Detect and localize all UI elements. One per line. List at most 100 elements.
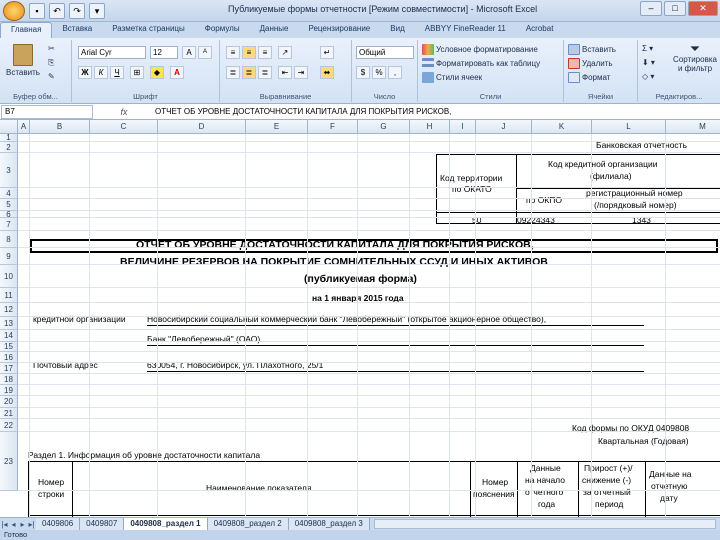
row-header[interactable]: 23: [0, 432, 18, 491]
format-cells-button[interactable]: Формат: [568, 72, 610, 83]
row-header[interactable]: 1: [0, 133, 18, 142]
column-header[interactable]: E: [246, 120, 308, 134]
insert-cells-button[interactable]: Вставить: [568, 44, 616, 55]
cell-title-line3[interactable]: (публикуемая форма): [304, 274, 417, 285]
undo-icon[interactable]: ↶: [49, 3, 65, 19]
first-sheet-icon[interactable]: |◂: [0, 520, 9, 529]
next-sheet-icon[interactable]: ▸: [18, 520, 27, 529]
font-color-button[interactable]: A: [170, 66, 184, 79]
cell-h-data4[interactable]: года: [538, 499, 555, 510]
row-header[interactable]: 18: [0, 374, 18, 385]
prev-sheet-icon[interactable]: ◂: [9, 520, 18, 529]
font-size-combo[interactable]: 12: [150, 46, 178, 59]
cell-h-inc4[interactable]: период: [595, 499, 623, 510]
close-button[interactable]: ✕: [688, 1, 718, 16]
row-header[interactable]: 19: [0, 385, 18, 396]
tab-data[interactable]: Данные: [250, 22, 299, 38]
row-header[interactable]: 8: [0, 231, 18, 248]
cell-title-line2[interactable]: ВЕЛИЧИНЕ РЕЗЕРВОВ НА ПОКРЫТИЕ СОМНИТЕЛЬН…: [120, 257, 548, 268]
copy-icon[interactable]: ⎘: [48, 58, 54, 68]
tab-home[interactable]: Главная: [0, 22, 53, 38]
horizontal-scrollbar[interactable]: [373, 519, 716, 529]
cell-h-num[interactable]: Номер: [38, 477, 64, 488]
customize-qat-icon[interactable]: ▾: [89, 3, 105, 19]
cell-okato-label[interactable]: по ОКАТО: [452, 184, 492, 195]
borders-icon[interactable]: ⊞: [130, 66, 144, 79]
column-header[interactable]: L: [592, 120, 666, 134]
cell-okud[interactable]: Код формы по ОКУД 0409808: [572, 423, 689, 434]
row-header[interactable]: 13: [0, 317, 18, 330]
tab-page-layout[interactable]: Разметка страницы: [102, 22, 195, 38]
cell-h-expl1[interactable]: Номер: [482, 477, 508, 488]
currency-icon[interactable]: $: [356, 66, 370, 79]
paste-button[interactable]: Вставить: [6, 44, 40, 77]
row-header[interactable]: 20: [0, 396, 18, 408]
delete-cells-button[interactable]: Удалить: [568, 58, 613, 69]
tab-acrobat[interactable]: Acrobat: [516, 22, 564, 38]
cell-org-short[interactable]: Банк "Левобережный" (ОАО): [147, 334, 260, 345]
row-header[interactable]: 4: [0, 188, 18, 199]
row-header[interactable]: 12: [0, 303, 18, 317]
select-all-corner[interactable]: [0, 120, 18, 134]
sort-filter-button[interactable]: ⏷ Сортировка и фильтр: [672, 42, 718, 73]
column-header[interactable]: F: [308, 120, 358, 134]
tab-review[interactable]: Рецензирование: [298, 22, 380, 38]
bold-button[interactable]: Ж: [78, 66, 92, 79]
cell-h-name[interactable]: Наименование показателя: [206, 483, 311, 494]
column-header[interactable]: C: [90, 120, 158, 134]
sheet-tab-0409807[interactable]: 0409807: [80, 518, 125, 530]
clear-icon[interactable]: ◇ ▾: [642, 72, 654, 81]
number-format-combo[interactable]: Общий: [356, 46, 414, 59]
column-header[interactable]: J: [476, 120, 532, 134]
italic-button[interactable]: К: [94, 66, 108, 79]
conditional-formatting-button[interactable]: Условное форматирование: [422, 44, 538, 55]
column-header[interactable]: M: [666, 120, 720, 134]
sum-icon[interactable]: Σ ▾: [642, 44, 653, 53]
tab-view[interactable]: Вид: [380, 22, 414, 38]
format-painter-icon[interactable]: ✎: [48, 72, 55, 81]
format-as-table-button[interactable]: Форматировать как таблицу: [422, 58, 540, 69]
cell-org-code[interactable]: Код кредитной организации: [548, 159, 657, 170]
row-header[interactable]: 6: [0, 210, 18, 219]
cell-h-inc2[interactable]: снижение (-): [582, 475, 631, 486]
wrap-text-icon[interactable]: ↵: [320, 46, 334, 59]
row-header[interactable]: 7: [0, 218, 18, 231]
row-header[interactable]: 9: [0, 248, 18, 265]
align-bottom-icon[interactable]: ≡: [258, 46, 272, 59]
column-header[interactable]: A: [18, 120, 30, 134]
row-header[interactable]: 22: [0, 419, 18, 432]
thousands-icon[interactable]: ,: [388, 66, 402, 79]
column-header[interactable]: H: [410, 120, 450, 134]
column-header[interactable]: G: [358, 120, 410, 134]
row-header[interactable]: 2: [0, 142, 18, 153]
tab-insert[interactable]: Вставка: [52, 22, 102, 38]
formula-input[interactable]: ОТЧЕТ ОБ УРОВНЕ ДОСТАТОЧНОСТИ КАПИТАЛА Д…: [155, 107, 451, 116]
orientation-icon[interactable]: ↗: [278, 46, 292, 59]
row-header[interactable]: 15: [0, 342, 18, 352]
row-header[interactable]: 10: [0, 265, 18, 288]
column-header[interactable]: I: [450, 120, 476, 134]
increase-indent-icon[interactable]: ⇥: [294, 66, 308, 79]
align-top-icon[interactable]: ≡: [226, 46, 240, 59]
sheet-tab-0409806[interactable]: 0409806: [36, 518, 81, 530]
tab-abbyy[interactable]: ABBYY FineReader 11: [415, 22, 516, 38]
sheet-tab-0409808-section3[interactable]: 0409808_раздел 3: [288, 518, 370, 530]
fill-icon[interactable]: ⬇ ▾: [642, 58, 655, 67]
align-left-icon[interactable]: ≣: [226, 66, 240, 79]
row-header[interactable]: 3: [0, 153, 18, 188]
percent-icon[interactable]: %: [372, 66, 386, 79]
cell-period[interactable]: Квартальная (Годовая): [598, 436, 689, 447]
maximize-button[interactable]: □: [664, 1, 686, 16]
minimize-button[interactable]: –: [640, 1, 662, 16]
worksheet[interactable]: Банковская отчетность Код территории по …: [0, 120, 720, 517]
font-name-combo[interactable]: Arial Cyr: [78, 46, 146, 59]
tab-formulas[interactable]: Формулы: [195, 22, 250, 38]
cut-icon[interactable]: ✂: [48, 44, 55, 53]
row-header[interactable]: 17: [0, 363, 18, 374]
cell-h-rep3[interactable]: дату: [660, 493, 678, 504]
cell-h-data1[interactable]: Данные: [530, 463, 561, 474]
save-icon[interactable]: ▪: [29, 3, 45, 19]
fill-color-icon[interactable]: ◆: [150, 66, 164, 79]
align-right-icon[interactable]: ≣: [258, 66, 272, 79]
column-header[interactable]: K: [532, 120, 592, 134]
